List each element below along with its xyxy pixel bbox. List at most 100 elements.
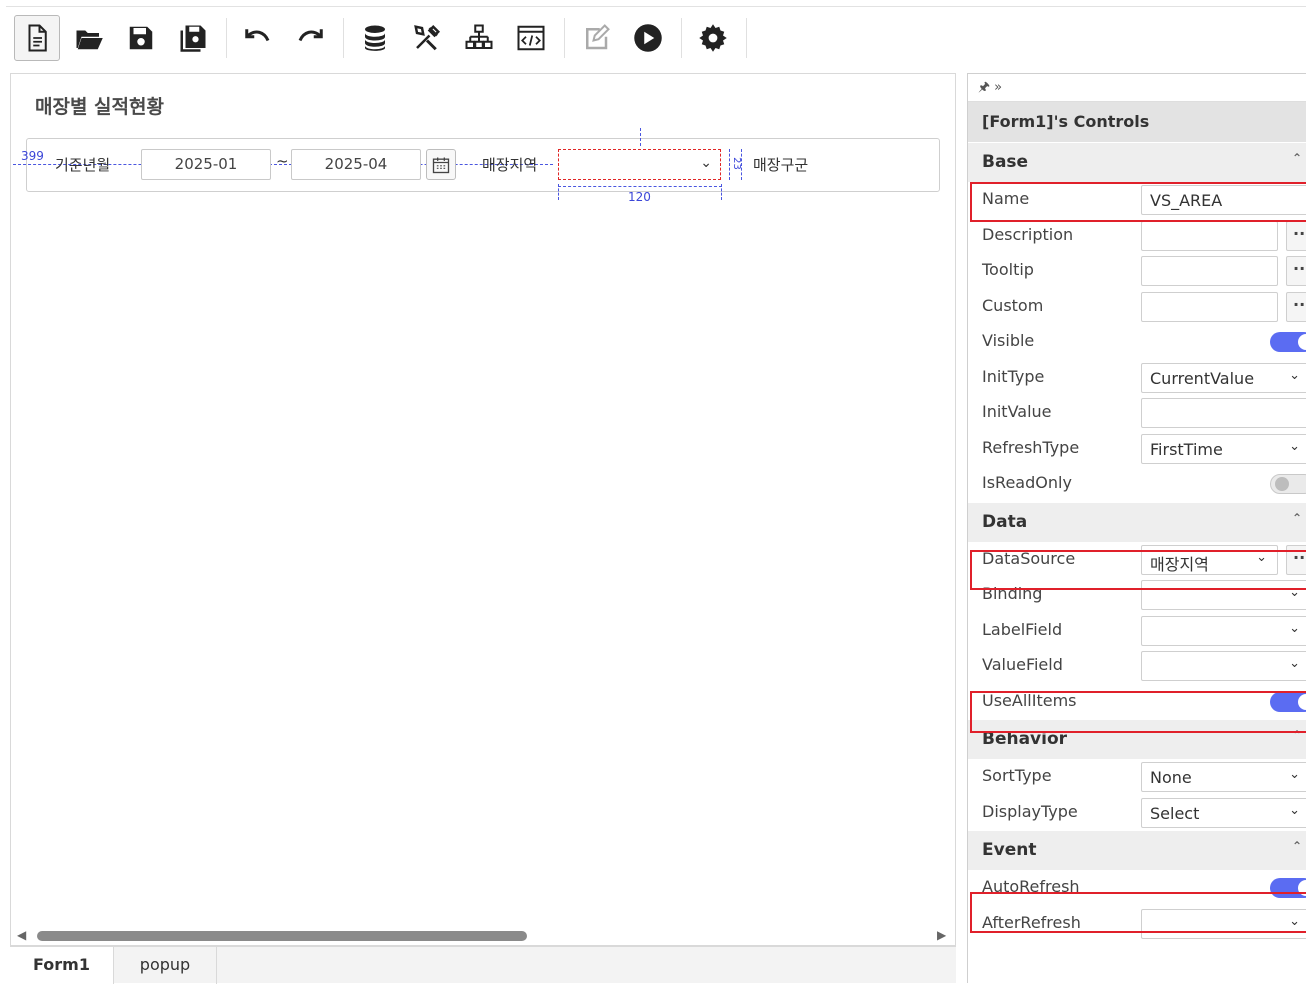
afterrefresh-select[interactable]: ⌄ [1141, 908, 1306, 939]
edit-icon [586, 23, 610, 49]
collapse-icon[interactable]: ⌃ [1292, 151, 1302, 165]
properties-panel: 🖈 » [Form1]'s Controls Base ⌃ Name VS_ARE… [967, 73, 1306, 983]
new-file-button[interactable] [14, 14, 60, 61]
open-folder-button[interactable] [66, 15, 112, 61]
prop-name: Name VS_AREA [968, 182, 1306, 218]
toolbar-separator [343, 17, 344, 58]
binding-select[interactable]: ⌄ [1141, 580, 1306, 610]
chevron-down-icon: ⌄ [1289, 367, 1300, 383]
chevron-down-icon: ⌄ [1289, 656, 1300, 671]
scrollbar-thumb[interactable] [37, 931, 527, 941]
ellipsis-button[interactable]: ··· [1286, 256, 1306, 286]
valuefield-select[interactable]: ⌄ [1141, 651, 1306, 681]
tab-popup[interactable]: popup [114, 947, 217, 984]
sorttype-select[interactable]: None ⌄ [1141, 762, 1306, 792]
store-area-select[interactable]: ⌄ [558, 149, 721, 180]
displaytype-select[interactable]: Select ⌄ [1141, 797, 1306, 828]
useallitems-toggle[interactable] [1270, 691, 1306, 712]
calendar-button[interactable] [426, 149, 456, 180]
group-event[interactable]: Event ⌃ [968, 830, 1306, 870]
prop-description: Description ··· [968, 218, 1306, 254]
form-title[interactable]: 매장별 실적현황 [35, 92, 164, 119]
store-class-label[interactable]: 매장구군 [753, 154, 808, 175]
initvalue-input[interactable] [1141, 398, 1306, 428]
group-label: Data [982, 511, 1028, 532]
range-separator: ~ [276, 152, 289, 170]
edit-button[interactable] [573, 15, 619, 61]
hierarchy-button[interactable] [456, 15, 502, 61]
pin-icon[interactable]: 🖈 » [978, 80, 1002, 95]
prop-label: AutoRefresh [982, 877, 1080, 896]
prop-label: AfterRefresh [982, 912, 1081, 932]
store-area-label[interactable]: 매장지역 [482, 154, 537, 175]
prop-valuefield: ValueField ⌄ [968, 648, 1306, 684]
chevron-down-icon: ⌄ [1256, 549, 1267, 565]
inittype-select[interactable]: CurrentValue ⌄ [1141, 362, 1306, 393]
toolbar-separator [681, 17, 682, 58]
form-designer-canvas[interactable]: 매장별 실적현황 399 120 23 기준년월 2025-01 ~ 2025-… [10, 73, 956, 946]
gap-guide [729, 149, 730, 180]
autorefresh-toggle[interactable] [1270, 878, 1306, 898]
refreshtype-select[interactable]: FirstTime ⌄ [1141, 433, 1306, 464]
gear-icon [699, 23, 727, 52]
panel-title: [Form1]'s Controls [968, 102, 1306, 142]
datasource-select[interactable]: 매장지역 ⌄ [1141, 544, 1278, 575]
ellipsis-button[interactable]: ··· [1286, 220, 1306, 251]
settings-button[interactable] [690, 15, 736, 61]
folder-open-icon [76, 30, 103, 49]
toolbar-separator [564, 17, 565, 58]
prop-custom: Custom ··· [968, 289, 1306, 325]
prop-isreadonly: IsReadOnly [968, 466, 1306, 502]
save-all-button[interactable] [170, 15, 216, 61]
scroll-left-icon[interactable]: ◀ [17, 928, 26, 942]
prop-tooltip: Tooltip ··· [968, 253, 1306, 289]
chevron-down-icon: ⌄ [1289, 802, 1300, 818]
prop-label: DisplayType [982, 801, 1078, 821]
prop-afterrefresh: AfterRefresh ⌄ [968, 906, 1306, 942]
collapse-icon[interactable]: ⌃ [1292, 511, 1302, 525]
select-value: Select [1150, 803, 1200, 823]
ellipsis-button[interactable]: ··· [1286, 291, 1306, 322]
save-all-icon [180, 25, 206, 52]
visible-toggle[interactable] [1270, 332, 1306, 352]
prop-inittype: InitType CurrentValue ⌄ [968, 360, 1306, 396]
undo-button[interactable] [235, 15, 281, 61]
group-data[interactable]: Data ⌃ [968, 501, 1306, 542]
name-input[interactable]: VS_AREA [1141, 185, 1306, 215]
tooltip-input[interactable] [1141, 256, 1278, 286]
code-icon [517, 25, 545, 50]
database-button[interactable] [352, 15, 398, 61]
chevron-down-icon: ⌄ [1289, 620, 1300, 636]
ellipsis-button[interactable]: ··· [1286, 544, 1306, 575]
from-month-input[interactable]: 2025-01 [141, 149, 271, 180]
custom-input[interactable] [1141, 291, 1278, 322]
offset-label: 399 [21, 149, 44, 163]
group-label: Base [982, 152, 1029, 172]
isreadonly-toggle[interactable] [1270, 474, 1306, 494]
tab-form1[interactable]: Form1 [10, 947, 114, 984]
run-button[interactable] [625, 15, 671, 61]
code-view-button[interactable] [508, 15, 554, 61]
prop-binding: Binding ⌄ [968, 577, 1306, 613]
save-button[interactable] [118, 15, 164, 61]
description-input[interactable] [1141, 220, 1278, 251]
collapse-icon[interactable]: ⌃ [1292, 839, 1302, 853]
labelfield-select[interactable]: ⌄ [1141, 615, 1306, 646]
redo-button[interactable] [287, 15, 333, 61]
chevron-down-icon: ⌄ [1289, 767, 1300, 782]
select-value: None [1150, 768, 1192, 787]
scroll-right-icon[interactable]: ▶ [937, 928, 946, 942]
prop-label: SortType [982, 766, 1052, 785]
collapse-icon[interactable]: ⌃ [1292, 728, 1302, 742]
to-month-input[interactable]: 2025-04 [291, 149, 421, 180]
base-month-label[interactable]: 기준년월 [55, 154, 110, 175]
calendar-icon [432, 157, 450, 173]
tools-button[interactable] [404, 15, 450, 61]
group-base[interactable]: Base ⌃ [968, 142, 1306, 182]
horizontal-scrollbar[interactable]: ◀ ▶ [11, 926, 955, 944]
prop-label: UseAllItems [982, 690, 1077, 710]
prop-label: IsReadOnly [982, 473, 1072, 492]
chevron-down-icon: ⌄ [1289, 585, 1300, 600]
group-behavior[interactable]: Behavior ⌃ [968, 719, 1306, 759]
redo-icon [298, 28, 323, 41]
